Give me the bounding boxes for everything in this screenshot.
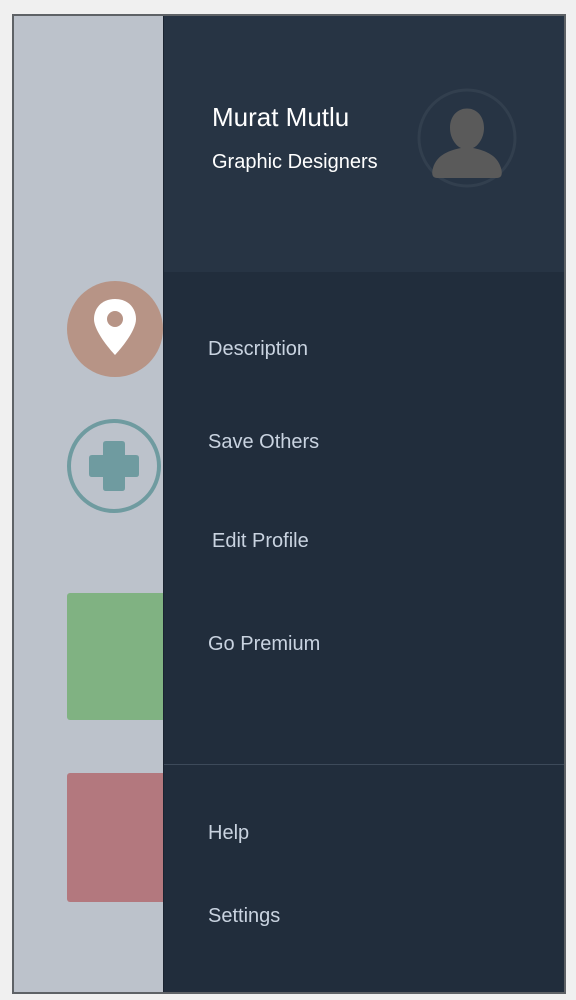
red-card[interactable] [67,773,177,902]
profile-name: Murat Mutlu [212,102,350,132]
menu-item-description[interactable]: Description [208,338,308,361]
menu-item-go-premium[interactable]: Go Premium [208,633,320,656]
phone-screen: Murat Mutlu Graphic Designers Descriptio… [12,14,566,994]
avatar[interactable] [417,88,517,188]
menu-item-edit-profile[interactable]: Edit Profile [212,530,309,553]
menu-item-settings[interactable]: Settings [208,905,280,928]
user-silhouette-icon [417,88,517,188]
menu-item-help[interactable]: Help [208,822,249,845]
menu-item-save-others[interactable]: Save Others [208,431,319,454]
profile-role: Graphic Designers [212,151,378,173]
drawer-header: Murat Mutlu Graphic Designers [164,16,564,272]
location-pin-icon [94,299,136,355]
location-pin-button[interactable] [67,281,163,377]
medical-button[interactable] [67,419,161,513]
green-card[interactable] [67,593,177,720]
medical-cross-icon [89,441,139,491]
menu-divider [164,764,564,765]
navigation-drawer: Murat Mutlu Graphic Designers Descriptio… [163,16,564,992]
